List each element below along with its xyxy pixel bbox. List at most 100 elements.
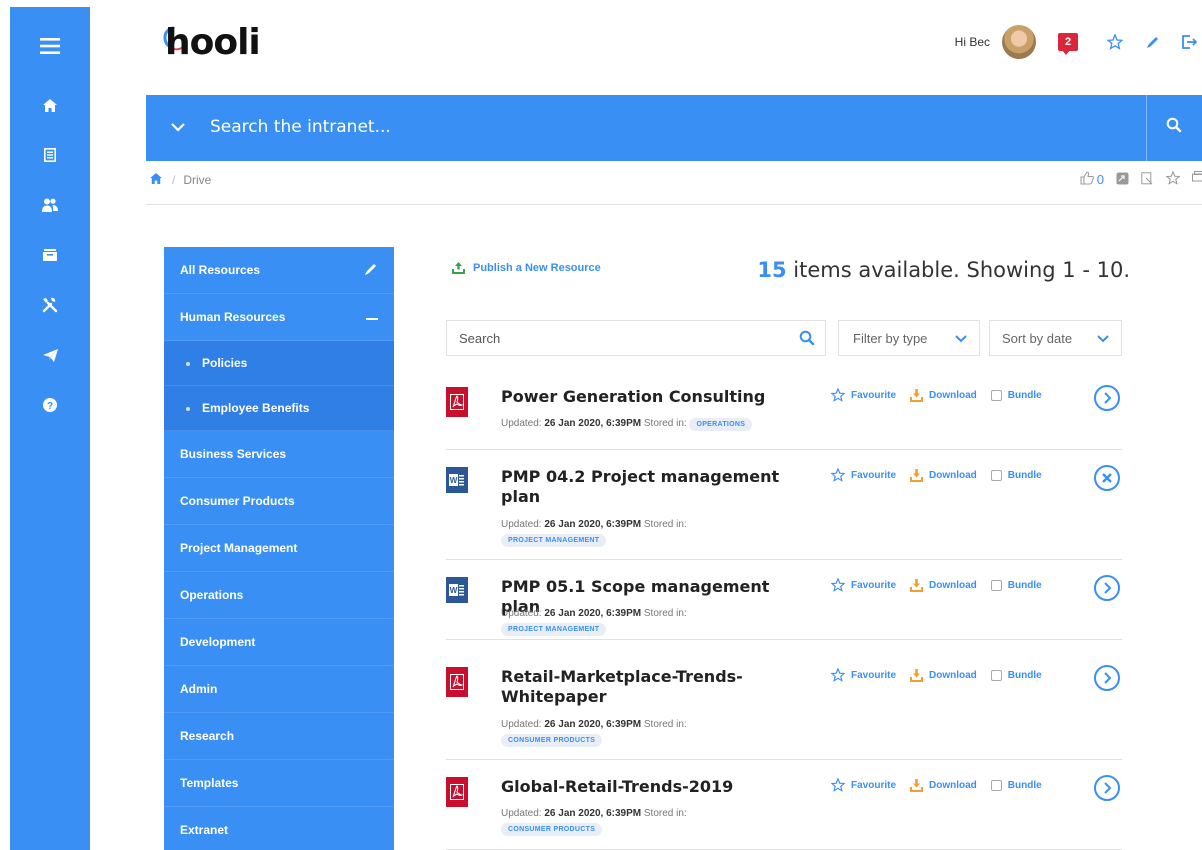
send-icon[interactable] <box>10 335 90 375</box>
sidebar-item-development[interactable]: Development <box>164 619 394 666</box>
intranet-search-input[interactable]: Search the intranet... <box>210 117 391 137</box>
sidebar-item-admin[interactable]: Admin <box>164 666 394 713</box>
category-tag[interactable]: CONSUMER PRODUCTS <box>501 734 603 747</box>
checkbox-icon[interactable] <box>990 469 1002 481</box>
category-tag[interactable]: CONSUMER PRODUCTS <box>501 823 603 836</box>
sidebar-item-research[interactable]: Research <box>164 713 394 760</box>
favourite-label: Favourite <box>851 469 897 481</box>
inbox-icon[interactable] <box>10 235 90 275</box>
sidebar-item-label: Operations <box>180 588 244 602</box>
favourite-label: Favourite <box>851 389 897 401</box>
help-icon[interactable]: ? <box>10 385 90 425</box>
sort-by-date-dropdown[interactable]: Sort by date <box>989 320 1122 356</box>
download-label: Download <box>929 389 977 401</box>
resource-title[interactable]: Global-Retail-Trends-2019 <box>501 777 781 797</box>
search-icon[interactable] <box>799 330 815 351</box>
resource-title[interactable]: PMP 04.2 Project management plan <box>501 467 781 507</box>
category-tag[interactable]: PROJECT MANAGEMENT <box>501 623 607 636</box>
collapse-icon[interactable] <box>366 310 378 324</box>
resource-title[interactable]: Retail-Marketplace-Trends-Whitepaper <box>501 667 781 707</box>
chevron-right-circle-icon[interactable] <box>1094 385 1120 411</box>
svg-text:W: W <box>450 586 458 595</box>
checkbox-icon[interactable] <box>990 669 1002 681</box>
avatar[interactable] <box>1002 25 1036 59</box>
favourite-button[interactable]: Favourite <box>831 468 896 482</box>
edit-icon[interactable] <box>364 262 378 279</box>
bundle-checkbox[interactable]: Bundle <box>990 779 1042 791</box>
resource-category-sidebar: All Resources Human Resources Policies E… <box>164 247 394 850</box>
favourite-button[interactable]: Favourite <box>831 778 896 792</box>
download-button[interactable]: Download <box>910 668 977 682</box>
menu-icon[interactable] <box>10 7 90 85</box>
sidebar-item-all-resources[interactable]: All Resources <box>164 247 394 294</box>
home-icon[interactable] <box>150 173 162 187</box>
resource-search-placeholder: Search <box>459 331 501 346</box>
resource-row: Global-Retail-Trends-2019 Updated: 26 Jan… <box>446 775 1122 850</box>
checkbox-icon[interactable] <box>990 389 1002 401</box>
sidebar-item-operations[interactable]: Operations <box>164 572 394 619</box>
sidebar-item-label: Templates <box>180 776 239 790</box>
bundle-checkbox[interactable]: Bundle <box>990 469 1042 481</box>
filter-by-type-dropdown[interactable]: Filter by type <box>838 320 980 356</box>
tools-icon[interactable] <box>10 285 90 325</box>
chevron-right-circle-icon[interactable] <box>1094 665 1120 691</box>
sidebar-item-extranet[interactable]: Extranet <box>164 807 394 850</box>
bundle-checkbox[interactable]: Bundle <box>990 389 1042 401</box>
resource-search-input[interactable]: Search <box>446 320 826 356</box>
resource-actions: Favourite Download Bundle <box>831 578 1056 592</box>
share-icon[interactable] <box>1116 172 1129 188</box>
download-button[interactable]: Download <box>910 388 977 402</box>
sidebar-sub-item: Policies <box>186 356 247 370</box>
bundle-checkbox[interactable]: Bundle <box>990 669 1042 681</box>
chevron-down-icon[interactable] <box>170 119 186 140</box>
checkbox-icon[interactable] <box>990 579 1002 591</box>
bundle-label: Bundle <box>1007 579 1042 591</box>
topbar-actions: Hi Bec 2 <box>955 20 1202 64</box>
sidebar-item-project-management[interactable]: Project Management <box>164 525 394 572</box>
sidebar-item-employee-benefits[interactable]: Employee Benefits <box>164 386 394 431</box>
sidebar-item-human-resources[interactable]: Human Resources <box>164 294 394 341</box>
resource-meta: Updated: 26 Jan 2020, 6:39PM Stored in: … <box>501 418 753 431</box>
category-tag[interactable]: PROJECT MANAGEMENT <box>501 534 607 547</box>
greeting: Hi Bec <box>954 35 990 49</box>
publish-resource-link[interactable]: Publish a New Resource <box>452 262 601 274</box>
copy-icon[interactable] <box>1141 171 1154 188</box>
download-button[interactable]: Download <box>910 468 977 482</box>
category-tag[interactable]: OPERATIONS <box>689 418 753 431</box>
print-icon[interactable] <box>1192 171 1202 188</box>
resource-title[interactable]: Power Generation Consulting <box>501 387 781 407</box>
pencil-icon[interactable] <box>1138 35 1168 49</box>
home-icon[interactable] <box>10 85 90 125</box>
logout-icon[interactable] <box>1176 34 1202 50</box>
checkbox-icon[interactable] <box>990 779 1002 791</box>
download-button[interactable]: Download <box>910 778 977 792</box>
resource-row: W PMP 04.2 Project management plan Updated… <box>446 465 1122 560</box>
notifications-badge[interactable]: 2 <box>1058 33 1078 55</box>
sidebar-item-consumer-products[interactable]: Consumer Products <box>164 478 394 525</box>
sidebar-item-templates[interactable]: Templates <box>164 760 394 807</box>
chevron-right-circle-icon[interactable] <box>1094 575 1120 601</box>
stored-label: Stored in: <box>641 608 687 619</box>
favourite-button[interactable]: Favourite <box>831 388 896 402</box>
bundle-checkbox[interactable]: Bundle <box>990 579 1042 591</box>
pdf-file-icon <box>446 667 468 697</box>
chevron-right-circle-icon[interactable] <box>1094 775 1120 801</box>
favourite-button[interactable]: Favourite <box>831 578 896 592</box>
people-icon[interactable] <box>10 185 90 225</box>
favourite-button[interactable]: Favourite <box>831 668 896 682</box>
favourite-label: Favourite <box>851 579 897 591</box>
sidebar-item-business-services[interactable]: Business Services <box>164 431 394 478</box>
star-outline-icon[interactable] <box>1165 170 1181 188</box>
search-icon[interactable] <box>1166 117 1182 138</box>
sidebar-item-label: Consumer Products <box>180 494 295 508</box>
items-count-text: items available. Showing 1 - 10. <box>793 258 1130 282</box>
sidebar-item-policies[interactable]: Policies <box>164 341 394 386</box>
close-circle-icon[interactable] <box>1094 465 1120 491</box>
resource-actions: Favourite Download Bundle <box>831 668 1056 682</box>
like-icon[interactable] <box>1080 171 1094 188</box>
star-icon[interactable] <box>1100 34 1130 50</box>
bundle-label: Bundle <box>1007 779 1042 791</box>
document-icon[interactable] <box>10 135 90 175</box>
hooli-logo[interactable]: hooli <box>165 22 261 63</box>
download-button[interactable]: Download <box>910 578 977 592</box>
